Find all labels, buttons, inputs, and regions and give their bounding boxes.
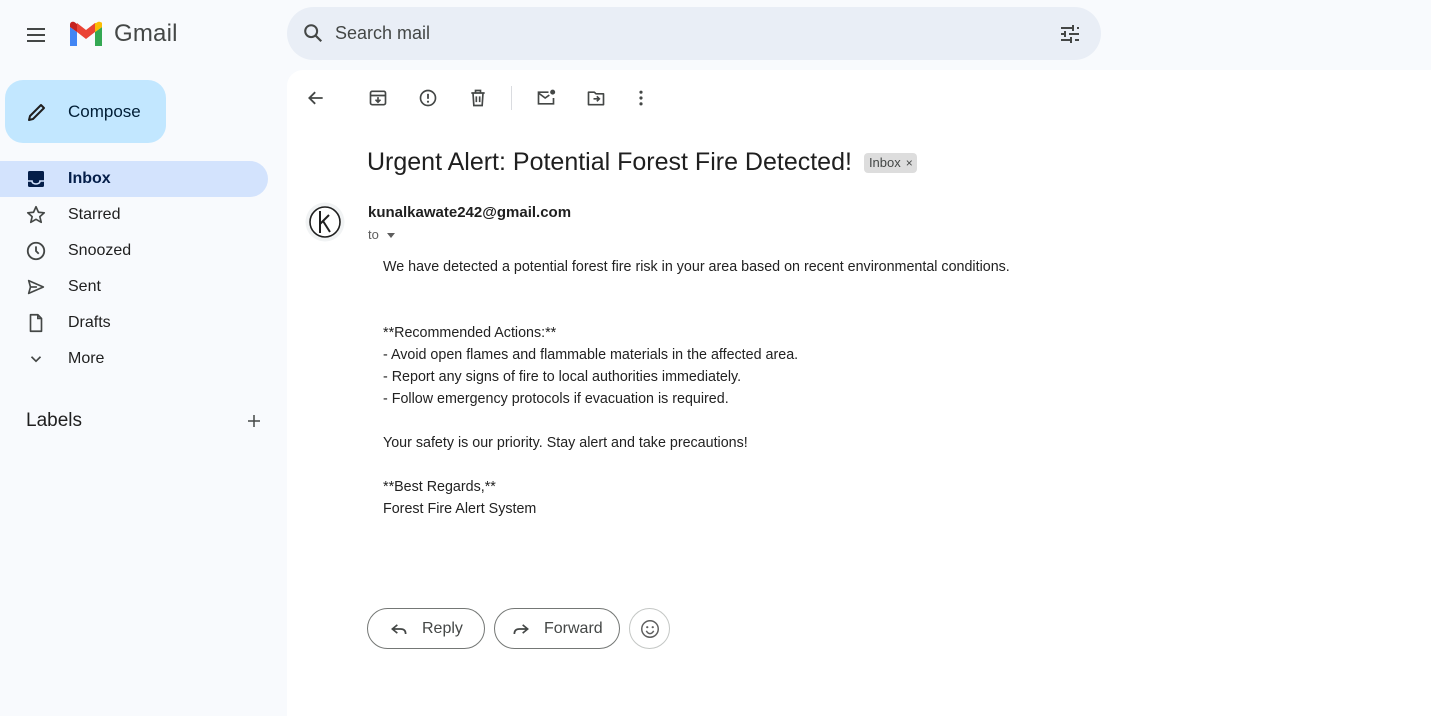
sidebar-item-more[interactable]: More [0,341,268,377]
forward-icon [510,618,532,640]
sidebar-item-inbox[interactable]: Inbox [0,161,268,197]
sidebar-item-label: Snoozed [68,242,132,259]
plus-icon [248,415,260,427]
search-button[interactable] [299,19,327,47]
gmail-m-icon [70,21,102,46]
reply-button[interactable]: Reply [367,608,485,649]
report-spam-icon [419,89,437,107]
sender-email[interactable]: kunalkawate242@gmail.com [368,204,571,221]
create-label-button[interactable] [242,409,266,433]
main-menu-button[interactable] [16,15,56,55]
chevron-down-icon [24,347,48,371]
clock-icon [24,239,48,263]
email-body: We have detected a potential forest fire… [383,256,1283,520]
delete-icon [471,89,485,107]
forward-button[interactable]: Forward [494,608,620,649]
smiley-icon [640,619,659,638]
move-to-button[interactable] [580,82,612,114]
sidebar-item-label: Drafts [68,314,111,331]
app-name: Gmail [114,20,178,47]
sidebar-item-sent[interactable]: Sent [0,269,268,305]
more-vert-icon [639,90,643,106]
labels-section: Labels [26,408,266,434]
remove-label-button[interactable]: × [906,156,913,170]
search-input[interactable] [335,15,1035,52]
tune-icon [1061,25,1079,43]
email-toolbar [287,70,1431,126]
draft-icon [24,311,48,335]
back-arrow-icon [308,91,323,105]
gmail-logo[interactable]: Gmail [68,20,178,48]
sidebar-item-label: Inbox [68,170,111,187]
body-line [383,300,1283,322]
email-subject: Urgent Alert: Potential Forest Fire Dete… [367,148,852,176]
label-chip-text: Inbox [868,155,901,170]
body-line: Forest Fire Alert System [383,501,537,517]
pencil-icon [24,99,50,125]
archive-icon [369,90,387,106]
forward-label: Forward [544,619,603,637]
subject-row: Urgent Alert: Potential Forest Fire Dete… [367,148,917,177]
sidebar-item-starred[interactable]: Starred [0,197,268,233]
recipient-details-toggle[interactable]: to [368,227,397,242]
back-button[interactable] [300,82,332,114]
body-line [383,278,1283,300]
move-to-icon [587,91,605,106]
mark-unread-icon [537,89,556,105]
body-line [383,410,1283,432]
body-line: - Avoid open flames and flammable materi… [383,347,799,363]
caret-down-icon [385,229,397,241]
reply-label: Reply [422,619,463,637]
sidebar-nav: Inbox Starred Snoozed Sent Drafts More [0,161,268,377]
sidebar-item-label: Sent [68,278,101,295]
toolbar-divider [511,86,512,110]
search-icon [304,24,323,43]
sender-avatar[interactable] [305,202,345,242]
email-view: Urgent Alert: Potential Forest Fire Dete… [287,70,1431,716]
sidebar-item-label: Starred [68,206,121,223]
send-icon [24,275,48,299]
labels-title: Labels [26,410,82,431]
k-logo-icon [305,202,345,242]
compose-button[interactable]: Compose [5,80,166,143]
to-label: to [368,227,379,242]
star-icon [24,203,48,227]
mark-unread-button[interactable] [530,82,562,114]
delete-button[interactable] [462,82,494,114]
sidebar-item-snoozed[interactable]: Snoozed [0,233,268,269]
body-line: Your safety is our priority. Stay alert … [383,435,748,451]
body-line: **Recommended Actions:** [383,325,557,341]
search-options-button[interactable] [1057,21,1083,47]
body-line: **Best Regards,** [383,479,496,495]
report-spam-button[interactable] [412,82,444,114]
hamburger-menu-icon [27,28,45,42]
body-line: We have detected a potential forest fire… [383,259,1010,275]
emoji-reaction-button[interactable] [629,608,670,649]
reply-icon [388,618,410,640]
body-line: - Report any signs of fire to local auth… [383,369,742,385]
inbox-icon [24,167,48,191]
sidebar-item-drafts[interactable]: Drafts [0,305,268,341]
search-bar [287,7,1101,60]
body-line: - Follow emergency protocols if evacuati… [383,391,729,407]
compose-label: Compose [68,101,141,121]
reply-actions: Reply Forward [367,608,670,649]
top-bar: Gmail [0,0,1431,70]
sidebar-item-label: More [68,350,105,367]
more-options-button[interactable] [625,82,657,114]
archive-button[interactable] [362,82,394,114]
inbox-label-chip[interactable]: Inbox × [863,152,917,173]
body-line [383,454,1283,476]
